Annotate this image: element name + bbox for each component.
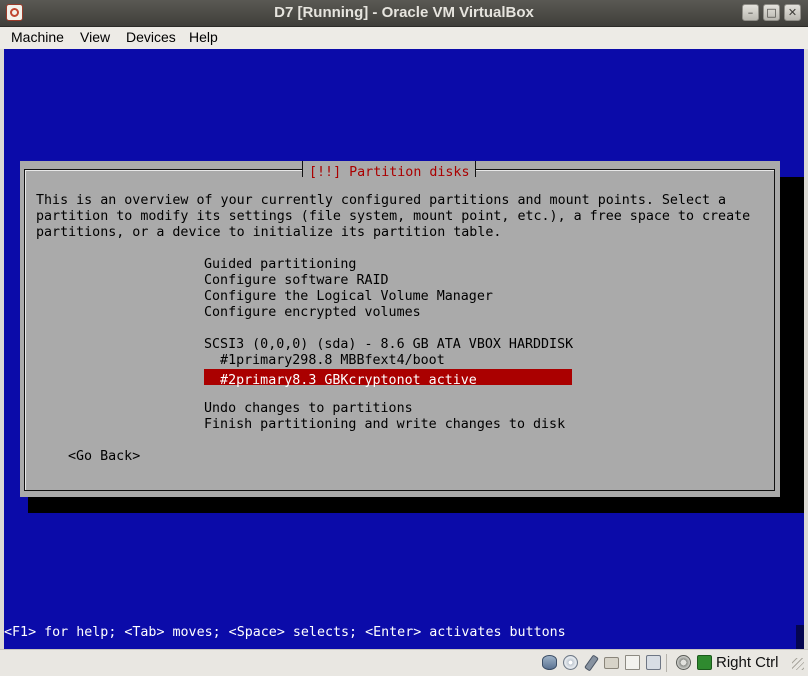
statusbar-separator — [666, 654, 667, 672]
shared-clipboard-icon[interactable] — [625, 655, 640, 670]
close-icon: ✕ — [787, 6, 798, 19]
option-encrypted-volumes[interactable]: Configure encrypted volumes — [204, 305, 421, 321]
menu-machine[interactable]: Machine — [11, 29, 64, 45]
window-titlebar[interactable]: D7 [Running] - Oracle VM VirtualBox – □ … — [0, 0, 808, 27]
option-guided-partitioning[interactable]: Guided partitioning — [204, 257, 356, 273]
display-icon[interactable] — [646, 655, 661, 670]
shared-folders-icon[interactable] — [604, 657, 619, 669]
partition-2-selected[interactable]: #2primary8.3 GBKcryptonot active — [204, 369, 572, 388]
intro-line-1: This is an overview of your currently co… — [36, 193, 727, 208]
option-lvm[interactable]: Configure the Logical Volume Manager — [204, 289, 493, 305]
mouse-integration-icon[interactable] — [697, 655, 712, 670]
minimize-button[interactable]: – — [742, 4, 759, 21]
option-software-raid[interactable]: Configure software RAID — [204, 273, 389, 289]
minimize-icon: – — [747, 6, 754, 19]
maximize-button[interactable]: □ — [763, 4, 780, 21]
guest-scrollbar[interactable] — [796, 625, 804, 649]
partition-1[interactable]: #1primary298.8 MBBfext4/boot — [204, 353, 445, 369]
guest-screen[interactable]: [!!] Partition disks This is an overview… — [4, 49, 804, 649]
optical-drive-icon[interactable] — [563, 655, 578, 670]
close-button[interactable]: ✕ — [784, 4, 801, 21]
intro-line-3: partitions, or a device to initialize it… — [36, 225, 502, 240]
menu-help[interactable]: Help — [189, 29, 218, 45]
go-back-button[interactable]: <Go Back> — [68, 449, 140, 465]
intro-line-2: partition to modify its settings (file s… — [36, 209, 751, 224]
network-icon[interactable] — [676, 655, 691, 670]
usb-icon[interactable] — [584, 654, 599, 672]
menu-view[interactable]: View — [80, 29, 110, 45]
help-bar: <F1> for help; <Tab> moves; <Space> sele… — [4, 625, 566, 640]
dialog-title-frame: [!!] Partition disks — [302, 161, 477, 180]
menu-bar: Machine View Devices Help — [0, 27, 808, 49]
option-finish-partitioning[interactable]: Finish partitioning and write changes to… — [204, 417, 565, 433]
partition-dialog: [!!] Partition disks This is an overview… — [20, 161, 780, 497]
window-title: D7 [Running] - Oracle VM VirtualBox — [274, 4, 534, 21]
resize-grip-icon[interactable] — [792, 658, 804, 670]
status-bar: Right Ctrl — [0, 649, 808, 676]
hard-disk-icon[interactable] — [542, 655, 557, 670]
disk-entry[interactable]: SCSI3 (0,0,0) (sda) - 8.6 GB ATA VBOX HA… — [204, 337, 573, 353]
dialog-title: [!!] Partition disks — [309, 165, 470, 180]
maximize-icon: □ — [766, 6, 777, 19]
option-undo-changes[interactable]: Undo changes to partitions — [204, 401, 413, 417]
menu-devices[interactable]: Devices — [126, 29, 176, 45]
partition-2-label: #2primary8.3 GBKcryptonot active — [204, 373, 477, 388]
host-key-label[interactable]: Right Ctrl — [716, 654, 779, 671]
